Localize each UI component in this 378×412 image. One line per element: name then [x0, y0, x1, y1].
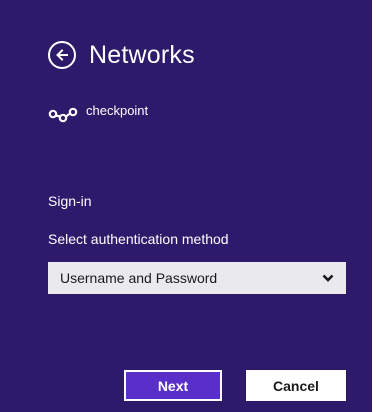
auth-method-value: Username and Password	[60, 270, 218, 286]
chevron-down-icon	[322, 273, 334, 283]
arrow-left-icon	[55, 48, 69, 62]
network-row: checkpoint	[48, 103, 149, 124]
signin-section-label: Sign-in	[48, 193, 92, 209]
network-signin-panel: Networks checkpoint Sign-in Select authe…	[0, 0, 372, 412]
cancel-button[interactable]: Cancel	[246, 370, 346, 401]
network-link-icon	[48, 106, 78, 124]
next-button[interactable]: Next	[124, 370, 222, 401]
page-title: Networks	[89, 41, 195, 69]
network-name: checkpoint	[86, 103, 149, 118]
auth-method-select[interactable]: Username and Password	[48, 262, 346, 294]
back-button[interactable]	[48, 41, 76, 69]
header: Networks	[48, 40, 195, 70]
auth-method-label: Select authentication method	[48, 231, 229, 247]
